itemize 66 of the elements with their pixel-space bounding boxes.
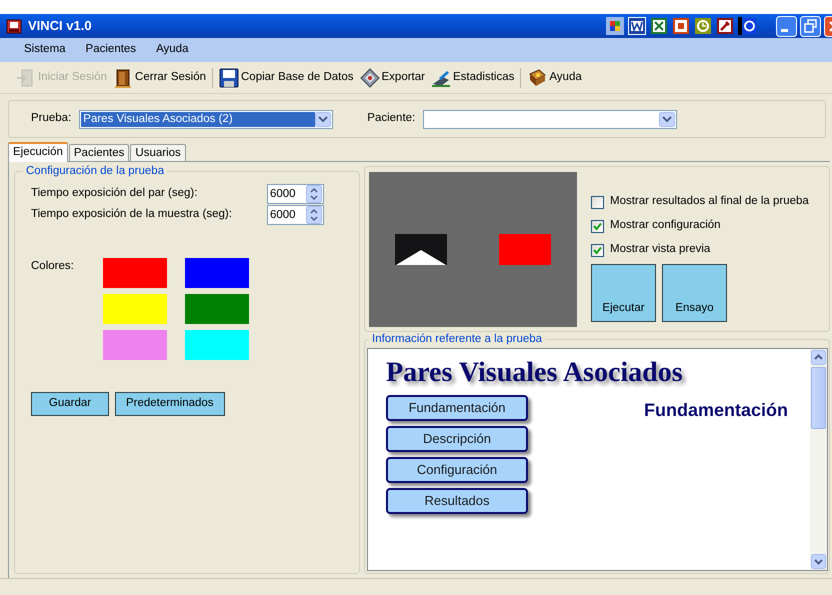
button[interactable]: Ensayo — [662, 264, 727, 322]
key-icon[interactable] — [716, 17, 734, 35]
group-title: Información referente a la prueba — [371, 334, 544, 346]
checkbox-label: Mostrar resultados al final de la prueba — [610, 194, 809, 210]
spreadsheet-icon[interactable] — [650, 17, 668, 35]
button[interactable]: Guardar — [31, 392, 109, 416]
color-swatch[interactable] — [185, 258, 249, 288]
caret-icon[interactable] — [659, 112, 676, 126]
field-label: Prueba: — [31, 111, 72, 126]
page-heading: Pares Visuales Asociados — [386, 356, 684, 390]
color-swatch[interactable] — [185, 294, 249, 324]
button[interactable]: Ejecutar — [591, 264, 656, 322]
section-title: Fundamentación — [644, 398, 788, 422]
color-swatch[interactable] — [185, 330, 249, 360]
tab[interactable]: Pacientes — [68, 144, 130, 161]
toolbar-button[interactable]: Estadisticas — [430, 68, 514, 88]
checkbox-label: Mostrar configuración — [610, 218, 721, 234]
nav-button[interactable]: Descripción — [386, 426, 528, 452]
tab[interactable]: Ejecución — [8, 142, 68, 162]
word-icon[interactable] — [628, 17, 646, 35]
toolbar-button[interactable]: Ayuda — [527, 68, 582, 88]
checkbox-label: Mostrar vista previa — [610, 242, 710, 258]
scroll-up-icon[interactable] — [811, 350, 826, 364]
color-swatch[interactable] — [103, 258, 167, 288]
checkbox[interactable] — [591, 244, 604, 256]
presentation-icon[interactable] — [672, 17, 690, 35]
spin-arrows-icon[interactable] — [306, 185, 322, 203]
button[interactable]: Predeterminados — [114, 392, 225, 416]
nav-button[interactable]: Fundamentación — [386, 394, 528, 420]
restore-button[interactable] — [800, 16, 821, 36]
color-swatch[interactable] — [103, 330, 167, 360]
number-field[interactable]: 6000 — [267, 184, 324, 204]
dropdown[interactable]: Pares Visuales Asociados (2) — [79, 110, 334, 128]
minimize-button[interactable] — [776, 16, 797, 36]
nav-button[interactable]: Resultados — [386, 488, 528, 514]
door-icon — [113, 68, 134, 88]
window-title: VINCI v1.0 — [28, 17, 92, 36]
export-icon — [360, 68, 380, 88]
dropdown[interactable] — [423, 110, 678, 128]
scrollbar[interactable] — [810, 348, 827, 570]
field-label: Colores: — [31, 258, 75, 274]
number-field[interactable]: 6000 — [267, 205, 324, 225]
field-label: Tiempo exposición del par (seg): — [31, 186, 198, 202]
nav-button[interactable]: Configuración — [386, 456, 528, 482]
color-swatch[interactable] — [103, 294, 167, 324]
app-icon — [6, 18, 22, 34]
tab[interactable]: Usuarios — [130, 144, 186, 161]
menu-item[interactable]: Pacientes — [76, 39, 146, 61]
windows-flag-icon[interactable] — [606, 17, 624, 35]
checkbox[interactable] — [591, 196, 604, 208]
spin-arrows-icon[interactable] — [306, 206, 322, 224]
scroll-down-icon[interactable] — [811, 554, 826, 569]
toolbar-button[interactable]: Copiar Base de Datos — [219, 68, 354, 88]
toolbar-button[interactable]: Exportar — [360, 68, 425, 88]
checkbox[interactable] — [591, 220, 604, 232]
toolbar-button[interactable]: Cerrar Sesión — [113, 68, 206, 88]
sync-icon[interactable] — [738, 17, 756, 35]
menu-item[interactable]: Sistema — [14, 39, 76, 61]
scroll-thumb[interactable] — [811, 366, 826, 428]
menu-item[interactable]: Ayuda — [146, 39, 198, 61]
caret-icon[interactable] — [315, 112, 332, 126]
group-title: Configuración de la prueba — [25, 166, 166, 178]
field-label: Paciente: — [367, 111, 416, 126]
field-label: Tiempo exposición de la muestra (seg): — [31, 207, 233, 222]
help-book-icon — [527, 68, 548, 88]
clock-icon[interactable] — [694, 17, 712, 35]
